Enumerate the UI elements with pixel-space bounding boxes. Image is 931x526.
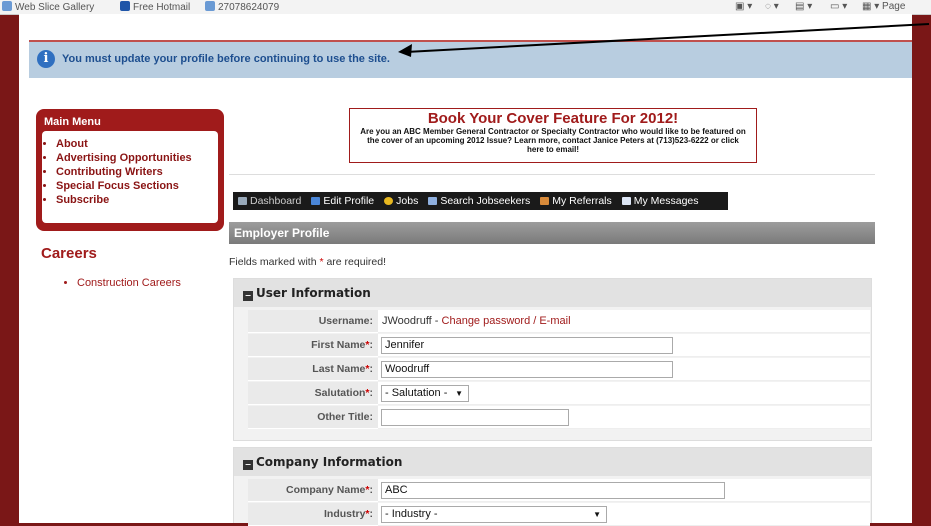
last-name-label: Last Name*:	[248, 358, 378, 381]
company-information-section: − Company Information Company Name*: ABC …	[233, 447, 872, 526]
user-information-section: − User Information Username: JWoodruff - …	[233, 278, 872, 441]
divider	[229, 174, 875, 175]
username-row: Username: JWoodruff - Change password / …	[248, 310, 870, 333]
main-menu-title: Main Menu	[44, 116, 101, 128]
collapse-icon: −	[243, 460, 253, 470]
annotation-arrow	[398, 23, 930, 57]
tab-edit-profile[interactable]: Edit Profile	[306, 195, 379, 207]
tab-dashboard[interactable]: Dashboard	[233, 195, 306, 207]
hotmail-icon	[120, 1, 130, 11]
username-value: JWoodruff	[382, 315, 432, 327]
careers-item-construction[interactable]: Construction Careers	[77, 277, 181, 289]
main-menu: Main Menu About Advertising Opportunitie…	[36, 109, 224, 231]
collapse-icon: −	[243, 291, 253, 301]
salutation-select[interactable]: - Salutation - ▼	[381, 385, 469, 402]
referrals-icon	[540, 197, 550, 205]
first-name-row: First Name*: Jennifer	[248, 334, 870, 357]
last-name-row: Last Name*: Woodruff	[248, 358, 870, 381]
toolbar-print-icon[interactable]: ▭ ▾	[830, 1, 847, 12]
salutation-label: Salutation*:	[248, 382, 378, 405]
other-title-label: Other Title:	[248, 406, 378, 429]
menu-item-subscribe[interactable]: Subscribe	[56, 193, 192, 207]
user-information-header[interactable]: − User Information	[234, 279, 871, 307]
page-content: i You must update your profile before co…	[19, 14, 912, 526]
required-note: Fields marked with * are required!	[229, 256, 386, 268]
cover-feature-banner[interactable]: Book Your Cover Feature For 2012! Are yo…	[349, 108, 757, 163]
chevron-down-icon: ▼	[455, 389, 463, 398]
toolbar-mail-icon[interactable]: ▤ ▾	[795, 1, 812, 12]
dashboard-tabs: Dashboard Edit Profile Jobs Search Jobse…	[233, 192, 728, 210]
tab-my-referrals[interactable]: My Referrals	[535, 195, 617, 207]
company-name-row: Company Name*: ABC	[248, 479, 870, 502]
favorite-link[interactable]: 27078624079	[205, 1, 279, 13]
web-slice-icon	[2, 1, 12, 11]
industry-select[interactable]: - Industry - ▼	[381, 506, 607, 523]
other-title-input[interactable]	[381, 409, 569, 426]
menu-item-contributing-writers[interactable]: Contributing Writers	[56, 165, 192, 179]
change-password-link[interactable]: Change password / E-mail	[442, 315, 571, 327]
tab-search-jobseekers[interactable]: Search Jobseekers	[423, 195, 535, 207]
company-information-header[interactable]: − Company Information	[234, 448, 871, 476]
main-menu-box: About Advertising Opportunities Contribu…	[42, 131, 218, 223]
toolbar-page-menu[interactable]: ▦ ▾ Page	[862, 1, 905, 12]
banner-headline: Book Your Cover Feature For 2012!	[427, 110, 679, 127]
messages-icon	[621, 197, 631, 205]
first-name-input[interactable]: Jennifer	[381, 337, 673, 354]
company-name-label: Company Name*:	[248, 479, 378, 502]
employer-profile-title: Employer Profile	[229, 222, 875, 244]
search-jobseekers-icon	[428, 197, 438, 205]
notice-message: You must update your profile before cont…	[62, 53, 390, 65]
browser-favorites-bar: Web Slice Gallery Free Hotmail 270786240…	[0, 0, 931, 15]
salutation-row: Salutation*: - Salutation - ▼	[248, 382, 870, 405]
careers-heading: Careers	[41, 245, 97, 262]
edit-profile-icon	[311, 197, 321, 205]
favorite-web-slice-gallery[interactable]: Web Slice Gallery	[2, 1, 94, 13]
info-icon: i	[37, 50, 55, 68]
company-name-input[interactable]: ABC	[381, 482, 725, 499]
menu-item-about[interactable]: About	[56, 137, 192, 151]
banner-body: Are you an ABC Member General Contractor…	[360, 127, 746, 154]
jobs-icon	[384, 197, 394, 205]
careers-list: Construction Careers	[63, 277, 181, 289]
toolbar-home-icon[interactable]: ▣ ▾	[735, 1, 752, 12]
last-name-input[interactable]: Woodruff	[381, 361, 673, 378]
other-title-row: Other Title:	[248, 406, 870, 429]
toolbar-feeds-icon[interactable]: ◌ ▾	[765, 1, 779, 12]
menu-item-advertising[interactable]: Advertising Opportunities	[56, 151, 192, 165]
tab-jobs[interactable]: Jobs	[379, 195, 423, 207]
favorite-free-hotmail[interactable]: Free Hotmail	[120, 1, 190, 13]
tab-my-messages[interactable]: My Messages	[617, 195, 704, 207]
menu-item-special-focus[interactable]: Special Focus Sections	[56, 179, 192, 193]
first-name-label: First Name*:	[248, 334, 378, 357]
chevron-down-icon: ▼	[593, 510, 601, 519]
page-icon	[205, 1, 215, 11]
dashboard-icon	[238, 197, 247, 205]
username-label: Username:	[248, 310, 378, 333]
